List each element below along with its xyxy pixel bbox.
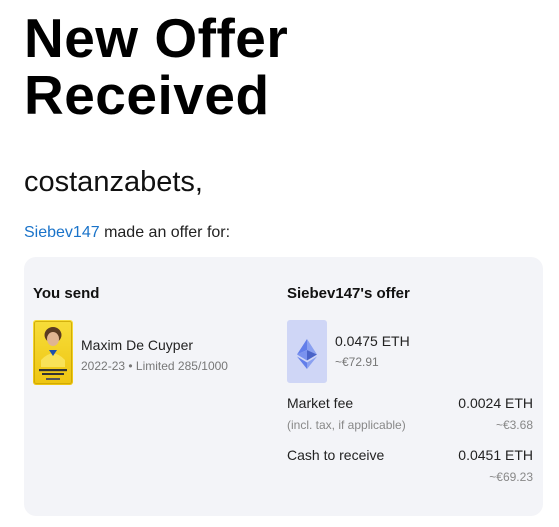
market-fee-note: (incl. tax, if applicable) [287, 418, 406, 432]
page-title: New Offer Received [24, 10, 288, 124]
offer-intro-text: made an offer for: [99, 224, 231, 241]
market-fee-label: Market fee [287, 395, 354, 411]
market-fee-fiat: ~€3.68 [495, 418, 533, 432]
ethereum-icon [297, 339, 317, 369]
market-fee-value: 0.0024 ETH [458, 395, 533, 411]
offer-card: You send Maxim De Cuyper 2022-23 • Limit… [24, 257, 543, 516]
player-card-details: 2022-23 • Limited 285/1000 [81, 359, 228, 373]
cash-to-receive-label: Cash to receive [287, 447, 385, 463]
offer-intro: Siebev147 made an offer for: [24, 223, 230, 243]
offer-amount-fiat: ~€72.91 [335, 355, 379, 369]
offer-amount: 0.0475 ETH [335, 333, 410, 349]
offerer-username-link[interactable]: Siebev147 [24, 224, 100, 241]
you-send-title: You send [33, 285, 100, 302]
page-title-line-1: New Offer [24, 7, 289, 69]
player-card-image [33, 320, 73, 385]
player-card-thumbnail[interactable] [33, 320, 73, 385]
page-title-line-2: Received [24, 64, 270, 126]
currency-tile [287, 320, 327, 383]
player-name: Maxim De Cuyper [81, 337, 194, 353]
their-offer-title: Siebev147's offer [287, 285, 410, 302]
greeting: costanzabets, [24, 166, 203, 198]
cash-to-receive-fiat: ~€69.23 [489, 470, 533, 484]
cash-to-receive-value: 0.0451 ETH [458, 447, 533, 463]
